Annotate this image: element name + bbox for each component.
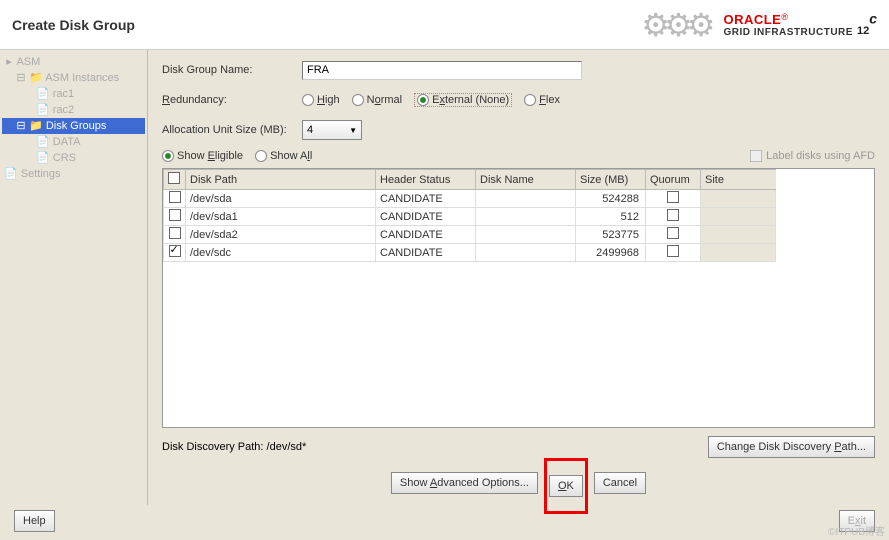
quorum-checkbox[interactable] — [667, 245, 679, 257]
row-checkbox[interactable] — [169, 227, 181, 239]
cell-path: /dev/sdc — [186, 244, 376, 262]
header: Create Disk Group ⚙⚙⚙ ORACLE® GRID INFRA… — [0, 0, 889, 50]
watermark: ©ITPUB博客 — [828, 523, 885, 538]
oracle-brand: ORACLE — [723, 12, 781, 27]
sidebar-item-asm[interactable]: ▸ ASM — [2, 54, 145, 70]
quorum-checkbox[interactable] — [667, 191, 679, 203]
col-quorum[interactable]: Quorum — [646, 170, 701, 190]
cell-status: CANDIDATE — [376, 244, 476, 262]
row-checkbox[interactable] — [169, 209, 181, 221]
sidebar-item-crs[interactable]: 📄 CRS — [2, 150, 145, 166]
cancel-button[interactable]: Cancel — [594, 472, 646, 494]
redundancy-label: Redundancy: — [162, 94, 302, 106]
oracle-sub: GRID INFRASTRUCTURE — [723, 27, 853, 38]
logo-area: ⚙⚙⚙ ORACLE® GRID INFRASTRUCTURE 12c — [641, 6, 877, 44]
table-row[interactable]: /dev/sda CANDIDATE 524288 — [164, 190, 874, 208]
version: 12c — [857, 9, 877, 41]
cell-size: 524288 — [576, 190, 646, 208]
alloc-label: Allocation Unit Size (MB): — [162, 124, 302, 136]
redundancy-normal[interactable]: Normal — [352, 94, 402, 106]
row-checkbox[interactable] — [169, 245, 181, 257]
cell-status: CANDIDATE — [376, 226, 476, 244]
discovery-path-label: Disk Discovery Path: /dev/sd* — [162, 441, 306, 453]
cell-name — [476, 190, 576, 208]
content-pane: Disk Group Name: Redundancy: High Normal… — [148, 50, 889, 505]
table-row[interactable]: /dev/sdc CANDIDATE 2499968 — [164, 244, 874, 262]
afd-checkbox: Label disks using AFD — [750, 150, 875, 162]
cell-name — [476, 244, 576, 262]
sidebar-item-diskgroups[interactable]: ⊟ 📁 Disk Groups — [2, 118, 145, 134]
redundancy-external[interactable]: External (None) — [414, 93, 512, 107]
cell-site — [701, 208, 776, 226]
cell-path: /dev/sda1 — [186, 208, 376, 226]
page-title: Create Disk Group — [12, 17, 135, 33]
sidebar-item-instances[interactable]: ⊟ 📁 ASM Instances — [2, 70, 145, 86]
sidebar-item-data[interactable]: 📄 DATA — [2, 134, 145, 150]
cell-size: 2499968 — [576, 244, 646, 262]
advanced-options-button[interactable]: Show Advanced Options... — [391, 472, 538, 494]
col-check[interactable] — [164, 170, 186, 190]
show-eligible-radio[interactable]: Show Eligible — [162, 150, 243, 162]
col-name[interactable]: Disk Name — [476, 170, 576, 190]
cell-name — [476, 208, 576, 226]
cell-size: 523775 — [576, 226, 646, 244]
sidebar-item-rac2[interactable]: 📄 rac2 — [2, 102, 145, 118]
change-discovery-button[interactable]: Change Disk Discovery Path... — [708, 436, 875, 458]
help-button[interactable]: Help — [14, 510, 55, 532]
cell-path: /dev/sda2 — [186, 226, 376, 244]
quorum-checkbox[interactable] — [667, 227, 679, 239]
disk-group-name-input[interactable] — [302, 61, 582, 80]
col-site[interactable]: Site — [701, 170, 776, 190]
cell-status: CANDIDATE — [376, 190, 476, 208]
show-all-radio[interactable]: Show All — [255, 150, 312, 162]
col-status[interactable]: Header Status — [376, 170, 476, 190]
cell-path: /dev/sda — [186, 190, 376, 208]
cell-site — [701, 244, 776, 262]
cell-name — [476, 226, 576, 244]
alloc-select[interactable]: 4▼ — [302, 120, 362, 140]
row-checkbox[interactable] — [169, 191, 181, 203]
col-path[interactable]: Disk Path — [186, 170, 376, 190]
gears-icon: ⚙⚙⚙ — [641, 6, 709, 44]
disk-table: Disk Path Header Status Disk Name Size (… — [162, 168, 875, 428]
chevron-down-icon: ▼ — [349, 126, 357, 135]
ok-highlight: OK — [544, 458, 588, 514]
table-row[interactable]: /dev/sda2 CANDIDATE 523775 — [164, 226, 874, 244]
cell-size: 512 — [576, 208, 646, 226]
table-row[interactable]: /dev/sda1 CANDIDATE 512 — [164, 208, 874, 226]
cell-site — [701, 226, 776, 244]
sidebar-item-settings[interactable]: 📄 Settings — [2, 166, 145, 182]
disk-group-name-label: Disk Group Name: — [162, 64, 302, 76]
cell-site — [701, 190, 776, 208]
sidebar: ▸ ASM ⊟ 📁 ASM Instances 📄 rac1 📄 rac2 ⊟ … — [0, 50, 148, 505]
sidebar-item-rac1[interactable]: 📄 rac1 — [2, 86, 145, 102]
col-size[interactable]: Size (MB) — [576, 170, 646, 190]
redundancy-flex[interactable]: Flex — [524, 94, 560, 106]
ok-button[interactable]: OK — [549, 475, 583, 497]
cell-status: CANDIDATE — [376, 208, 476, 226]
quorum-checkbox[interactable] — [667, 209, 679, 221]
redundancy-high[interactable]: High — [302, 94, 340, 106]
